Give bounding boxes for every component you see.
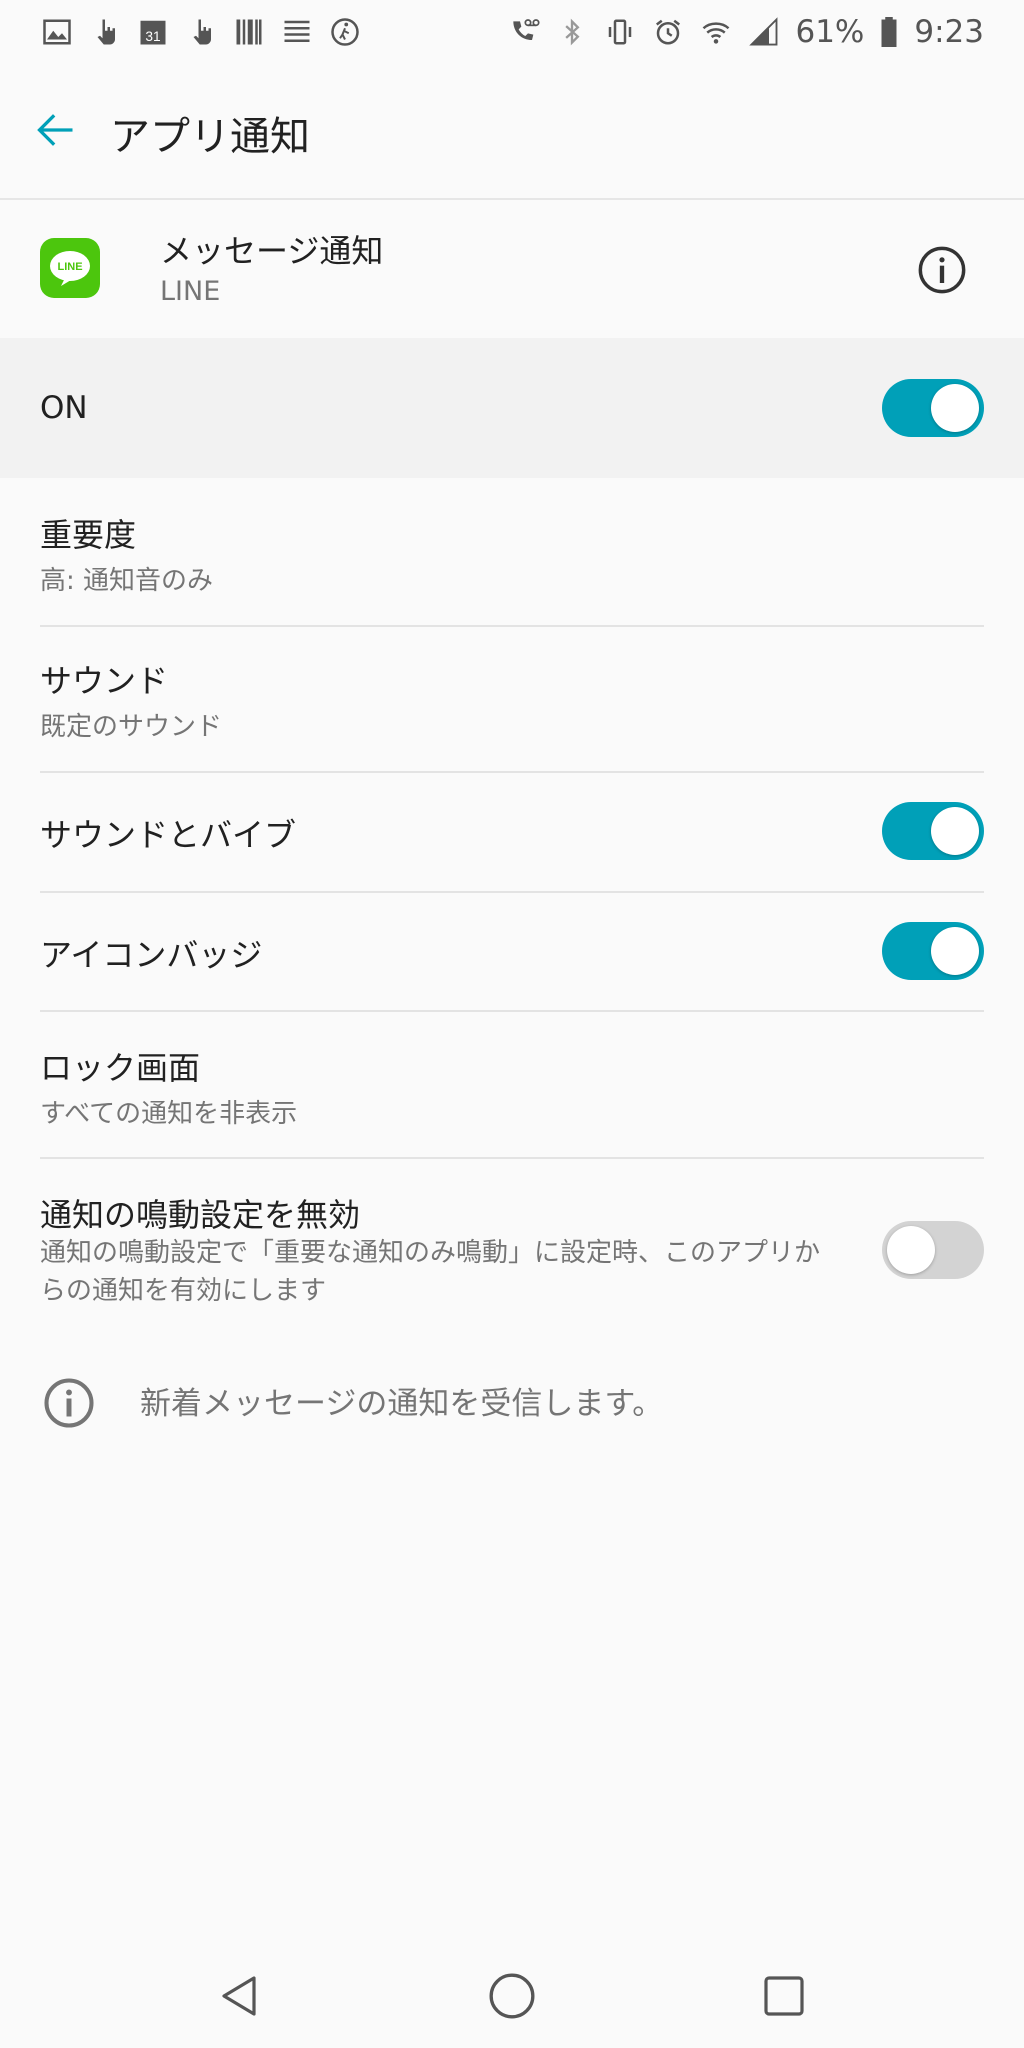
toggle-knob bbox=[931, 384, 979, 432]
battery-percent: 61% bbox=[795, 14, 865, 50]
square-recents-icon bbox=[764, 1976, 804, 2016]
toggle-knob bbox=[931, 807, 979, 855]
page-title: アプリ通知 bbox=[110, 114, 310, 160]
app-bar: アプリ通知 bbox=[0, 64, 1024, 200]
sound-value: 既定のサウンド bbox=[40, 712, 223, 742]
toggle-knob bbox=[887, 1226, 935, 1274]
vibrate-icon bbox=[603, 15, 637, 49]
divider bbox=[40, 891, 984, 893]
triangle-back-icon bbox=[222, 1976, 256, 2016]
icon-badge-title: アイコンバッジ bbox=[40, 936, 263, 974]
dnd-override-title: 通知の鳴動設定を無効 bbox=[40, 1196, 361, 1234]
app-name: LINE bbox=[160, 276, 221, 307]
walk-icon bbox=[328, 15, 362, 49]
list-icon bbox=[280, 15, 314, 49]
signal-icon bbox=[747, 15, 781, 49]
importance-title[interactable]: 重要度 bbox=[40, 510, 136, 556]
calendar-day: 31 bbox=[145, 29, 160, 44]
master-toggle-label: ON bbox=[40, 390, 88, 426]
app-header bbox=[0, 200, 1024, 338]
alarm-icon bbox=[651, 15, 685, 49]
info-icon bbox=[40, 1374, 98, 1432]
sound-title[interactable]: サウンド bbox=[40, 656, 168, 702]
lock-screen-value: すべての通知を非表示 bbox=[40, 1099, 298, 1129]
status-bar-left: 31 bbox=[40, 15, 362, 49]
sound-vibrate-toggle[interactable] bbox=[882, 802, 984, 860]
status-bar: 31 61% 9:23 bbox=[0, 0, 1024, 64]
sound-vibrate-title: サウンドとバイブ bbox=[40, 816, 297, 854]
image-icon bbox=[40, 15, 74, 49]
arrow-left-icon bbox=[37, 114, 73, 146]
bluetooth-icon bbox=[555, 15, 589, 49]
back-button[interactable] bbox=[28, 102, 84, 158]
master-toggle[interactable] bbox=[882, 379, 984, 437]
wifi-icon bbox=[699, 15, 733, 49]
battery-icon bbox=[878, 15, 900, 49]
nav-recents-button[interactable] bbox=[754, 1966, 814, 2026]
status-time: 9:23 bbox=[914, 14, 984, 50]
icon-badge-toggle[interactable] bbox=[882, 922, 984, 980]
circle-home-icon bbox=[489, 1973, 535, 2019]
dnd-override-toggle[interactable] bbox=[882, 1221, 984, 1279]
app-info-button[interactable] bbox=[914, 242, 970, 298]
line-app-icon: LINE bbox=[40, 238, 100, 298]
divider bbox=[40, 771, 984, 773]
touch-icon bbox=[184, 15, 218, 49]
toggle-knob bbox=[931, 927, 979, 975]
screen: 31 61% 9:23 アプリ通知 LINE メッセージ通知 LINE ON 重… bbox=[0, 0, 1024, 2048]
info-icon bbox=[918, 246, 966, 294]
app-icon-text: LINE bbox=[57, 261, 82, 273]
notification-channel-name: メッセージ通知 bbox=[160, 232, 384, 270]
lock-screen-title[interactable]: ロック画面 bbox=[40, 1043, 200, 1089]
barcode-icon bbox=[232, 15, 266, 49]
divider bbox=[40, 1157, 984, 1159]
divider bbox=[40, 625, 984, 627]
voicemail-icon bbox=[507, 15, 541, 49]
dnd-override-description: 通知の鳴動設定で「重要な通知のみ鳴動」に設定時、このアプリからの通知を有効にしま… bbox=[40, 1238, 821, 1306]
touch-icon bbox=[88, 15, 122, 49]
importance-value: 高: 通知音のみ bbox=[40, 566, 214, 596]
divider bbox=[40, 1010, 984, 1012]
channel-description: 新着メッセージの通知を受信します。 bbox=[140, 1386, 664, 1422]
master-toggle-row[interactable] bbox=[0, 338, 1024, 478]
nav-home-button[interactable] bbox=[482, 1966, 542, 2026]
nav-back-button[interactable] bbox=[210, 1966, 270, 2026]
calendar-icon: 31 bbox=[136, 15, 170, 49]
status-bar-right: 61% 9:23 bbox=[507, 14, 984, 50]
